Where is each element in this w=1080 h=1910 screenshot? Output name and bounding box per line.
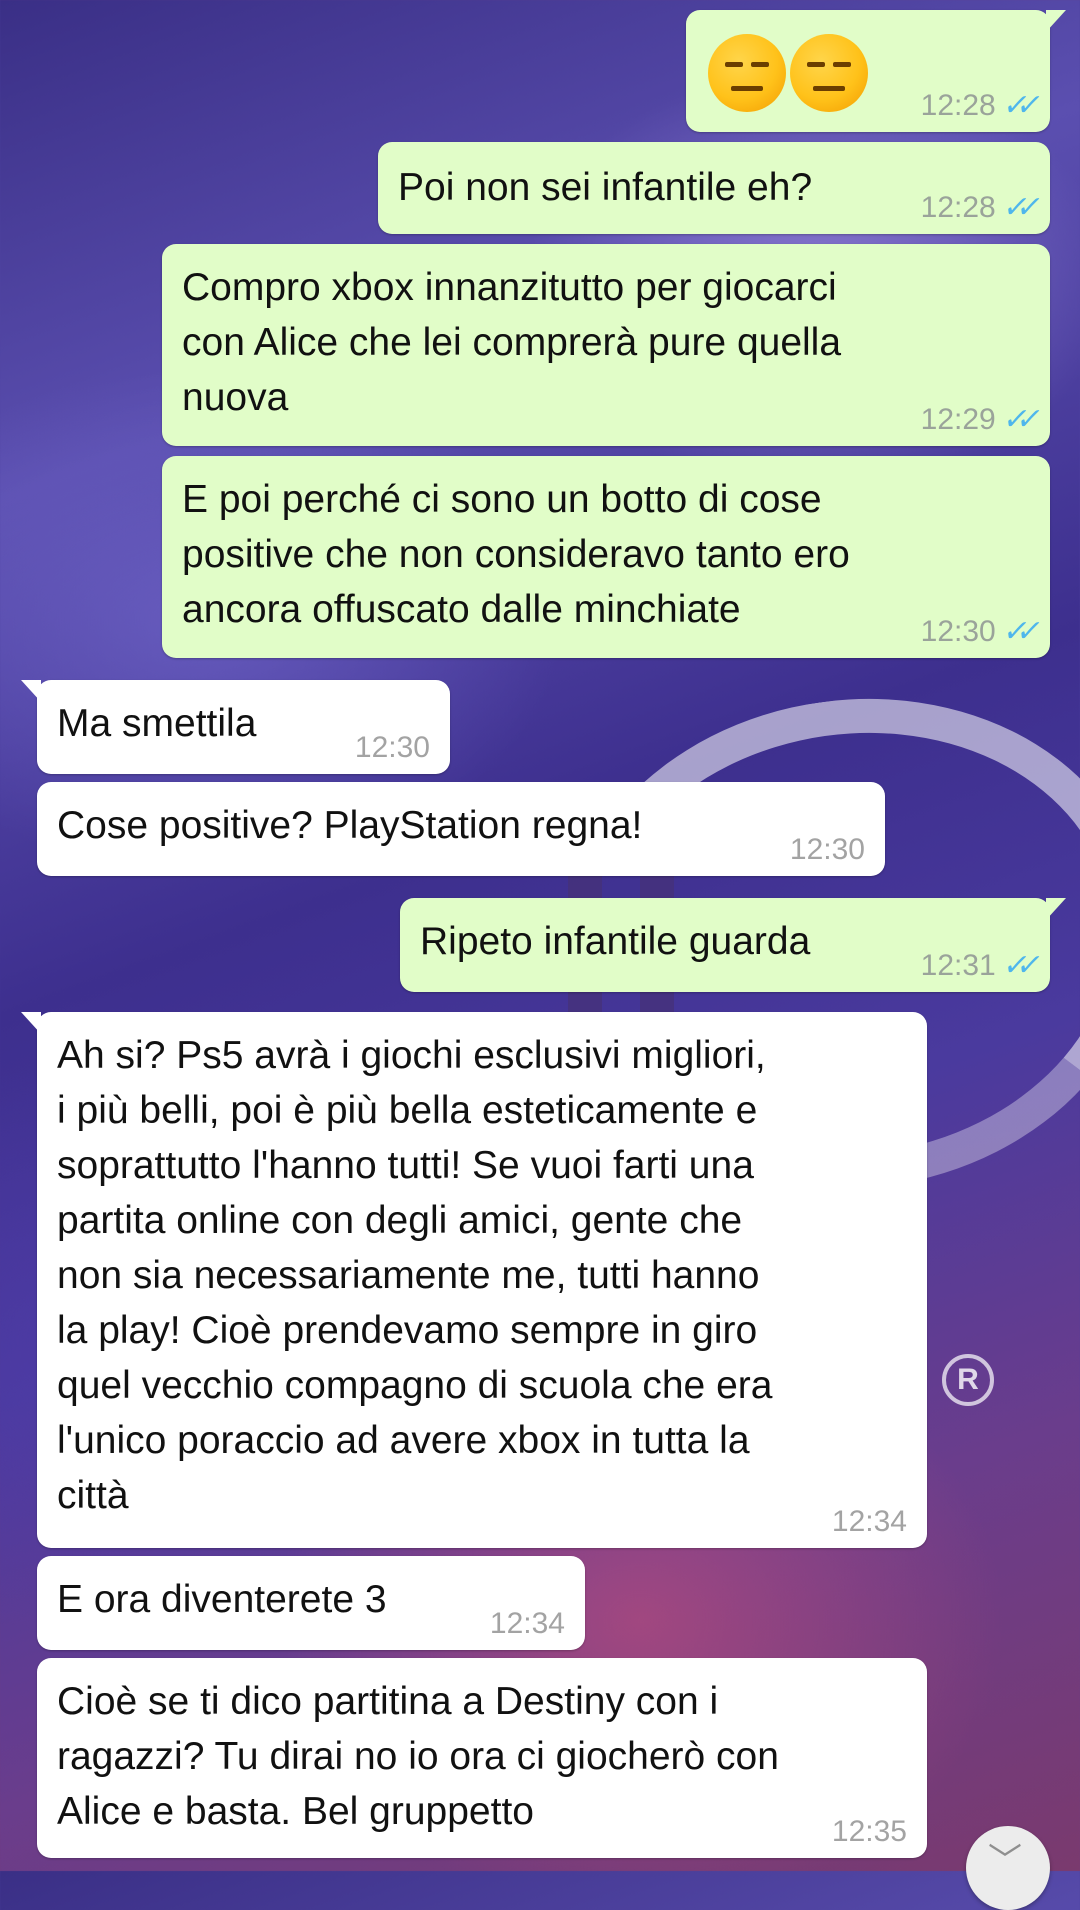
expressionless-face-icon xyxy=(708,34,786,112)
message-text: Cose positive? PlayStation regna! xyxy=(57,804,643,847)
message-time: 12:29 xyxy=(920,403,996,436)
message-text: Poi non sei infantile eh? xyxy=(398,166,813,209)
message-time: 12:28 xyxy=(920,89,996,122)
double-check-icon: ✓✓ xyxy=(1000,615,1034,648)
double-check-icon: ✓✓ xyxy=(1000,403,1034,436)
message-meta: 12:28 ✓✓ xyxy=(920,188,1034,228)
message-meta: 12:28 ✓✓ xyxy=(920,86,1034,126)
message-bubble-incoming[interactable]: E ora diventerete 3 12:34 xyxy=(37,1556,585,1650)
message-bubble-incoming[interactable]: Cioè se ti dico partitina a Destiny con … xyxy=(37,1658,927,1858)
double-check-icon: ✓✓ xyxy=(1000,89,1034,122)
message-bubble-incoming[interactable]: Ah si? Ps5 avrà i giochi esclusivi migli… xyxy=(21,1012,927,1548)
message-bubble-incoming[interactable]: Ma smettila 12:30 xyxy=(21,680,450,774)
message-text: E poi perché ci sono un botto di cose po… xyxy=(182,478,850,631)
message-meta: 12:30 ✓✓ xyxy=(920,612,1034,652)
message-time: 12:30 xyxy=(789,833,865,866)
expressionless-face-icon xyxy=(790,34,868,112)
message-meta: 12:30 xyxy=(790,830,865,870)
message-meta: 12:31 ✓✓ xyxy=(920,946,1034,986)
message-text: Compro xbox innanzitutto per giocarci co… xyxy=(182,266,842,419)
wallpaper-registered-mark: R xyxy=(942,1354,994,1406)
message-meta: 12:34 xyxy=(832,1502,907,1542)
message-time: 12:35 xyxy=(831,1815,907,1848)
message-meta: 12:34 xyxy=(490,1604,565,1644)
message-time: 12:34 xyxy=(831,1505,907,1538)
message-bubble-incoming[interactable]: Cose positive? PlayStation regna! 12:30 xyxy=(37,782,885,876)
message-bubble-outgoing[interactable]: Compro xbox innanzitutto per giocarci co… xyxy=(162,244,1050,446)
message-text: Ah si? Ps5 avrà i giochi esclusivi migli… xyxy=(57,1034,773,1517)
message-time: 12:30 xyxy=(354,731,430,764)
message-time: 12:30 xyxy=(920,615,996,648)
chevron-down-icon: ﹀ xyxy=(988,1842,1022,1880)
double-check-icon: ✓✓ xyxy=(1000,949,1034,982)
message-time: 12:28 xyxy=(920,191,996,224)
message-meta: 12:30 xyxy=(355,728,430,768)
message-meta: 12:29 ✓✓ xyxy=(920,400,1034,440)
message-bubble-outgoing[interactable]: Poi non sei infantile eh? 12:28 ✓✓ xyxy=(378,142,1050,234)
message-time: 12:34 xyxy=(489,1607,565,1640)
message-text: Ma smettila xyxy=(57,702,257,745)
message-meta: 12:35 xyxy=(832,1812,907,1852)
scroll-to-bottom-button[interactable]: ﹀ xyxy=(966,1826,1050,1910)
message-time: 12:31 xyxy=(920,949,996,982)
message-text: Ripeto infantile guarda xyxy=(420,920,811,963)
message-bubble-outgoing[interactable]: 12:28 ✓✓ xyxy=(686,10,1066,132)
double-check-icon: ✓✓ xyxy=(1000,191,1034,224)
message-bubble-outgoing[interactable]: E poi perché ci sono un botto di cose po… xyxy=(162,456,1050,658)
message-bubble-outgoing[interactable]: Ripeto infantile guarda 12:31 ✓✓ xyxy=(400,898,1066,992)
message-text: E ora diventerete 3 xyxy=(57,1578,387,1621)
message-text: Cioè se ti dico partitina a Destiny con … xyxy=(57,1680,779,1833)
